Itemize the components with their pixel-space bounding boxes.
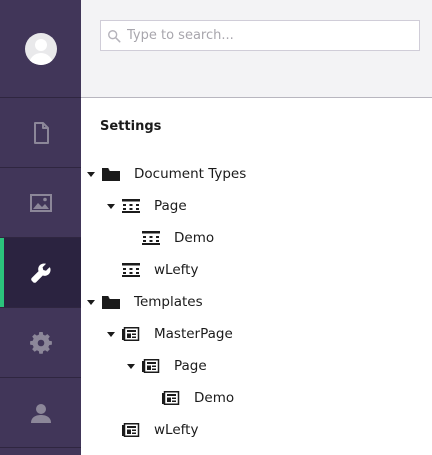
wrench-icon <box>30 262 51 283</box>
tree-node-demo-doctype[interactable]: Demo <box>126 224 214 252</box>
settings-tree: Settings Document Types Page Demo wLefty… <box>81 99 432 455</box>
folder-icon <box>102 168 120 181</box>
tree-node-label: MasterPage <box>154 326 233 342</box>
rail-item-users[interactable] <box>0 378 81 448</box>
gear-icon <box>29 331 52 354</box>
caret-placeholder <box>106 425 116 435</box>
search-box[interactable] <box>100 20 420 51</box>
caret-down-icon[interactable] <box>86 297 96 307</box>
folder-icon <box>102 296 120 309</box>
tree-node-wlefty-doctype[interactable]: wLefty <box>106 256 198 284</box>
avatar-head <box>34 38 47 51</box>
tree-node-document-types[interactable]: Document Types <box>86 160 246 188</box>
caret-down-icon[interactable] <box>106 201 116 211</box>
tree-node-wlefty-template[interactable]: wLefty <box>106 416 198 444</box>
tree-node-label: Page <box>154 198 187 214</box>
caret-placeholder <box>146 393 156 403</box>
document-icon <box>33 121 49 144</box>
rail-item-settings[interactable] <box>0 238 81 308</box>
tree-node-demo-template[interactable]: Demo <box>146 384 234 412</box>
user-icon <box>30 403 51 423</box>
document-type-icon <box>122 199 140 213</box>
document-type-icon <box>142 231 160 245</box>
tree-node-page-template[interactable]: Page <box>126 352 207 380</box>
template-icon <box>162 391 180 405</box>
search-input[interactable] <box>127 28 407 43</box>
caret-placeholder <box>126 233 136 243</box>
document-type-icon <box>122 263 140 277</box>
rail-item-developer[interactable] <box>0 308 81 378</box>
section-rail <box>0 0 81 455</box>
tree-node-masterpage-template[interactable]: MasterPage <box>106 320 233 348</box>
rail-item-media[interactable] <box>0 168 81 238</box>
tree-node-page-doctype[interactable]: Page <box>106 192 187 220</box>
tree-node-label: Document Types <box>134 166 247 182</box>
header-bar <box>81 0 432 98</box>
rail-item-content[interactable] <box>0 98 81 168</box>
user-avatar-area[interactable] <box>0 0 81 98</box>
tree-node-label: Templates <box>134 294 203 310</box>
tree-node-label: wLefty <box>154 262 199 278</box>
template-icon <box>122 423 140 437</box>
caret-down-icon[interactable] <box>106 329 116 339</box>
tree-node-label: Demo <box>174 230 215 246</box>
avatar[interactable] <box>24 32 57 65</box>
app-window: Settings Document Types Page <box>0 0 432 455</box>
template-icon <box>142 359 160 373</box>
avatar-body <box>28 52 53 65</box>
template-icon <box>122 327 140 341</box>
tree-node-templates[interactable]: Templates <box>86 288 203 316</box>
tree-node-label: wLefty <box>154 422 199 438</box>
caret-down-icon[interactable] <box>126 361 136 371</box>
section-title: Settings <box>100 119 162 134</box>
caret-down-icon[interactable] <box>86 169 96 179</box>
caret-placeholder <box>106 265 116 275</box>
image-icon <box>29 193 52 212</box>
search-icon <box>108 29 121 42</box>
tree-node-label: Demo <box>194 390 235 406</box>
tree-node-label: Page <box>174 358 207 374</box>
